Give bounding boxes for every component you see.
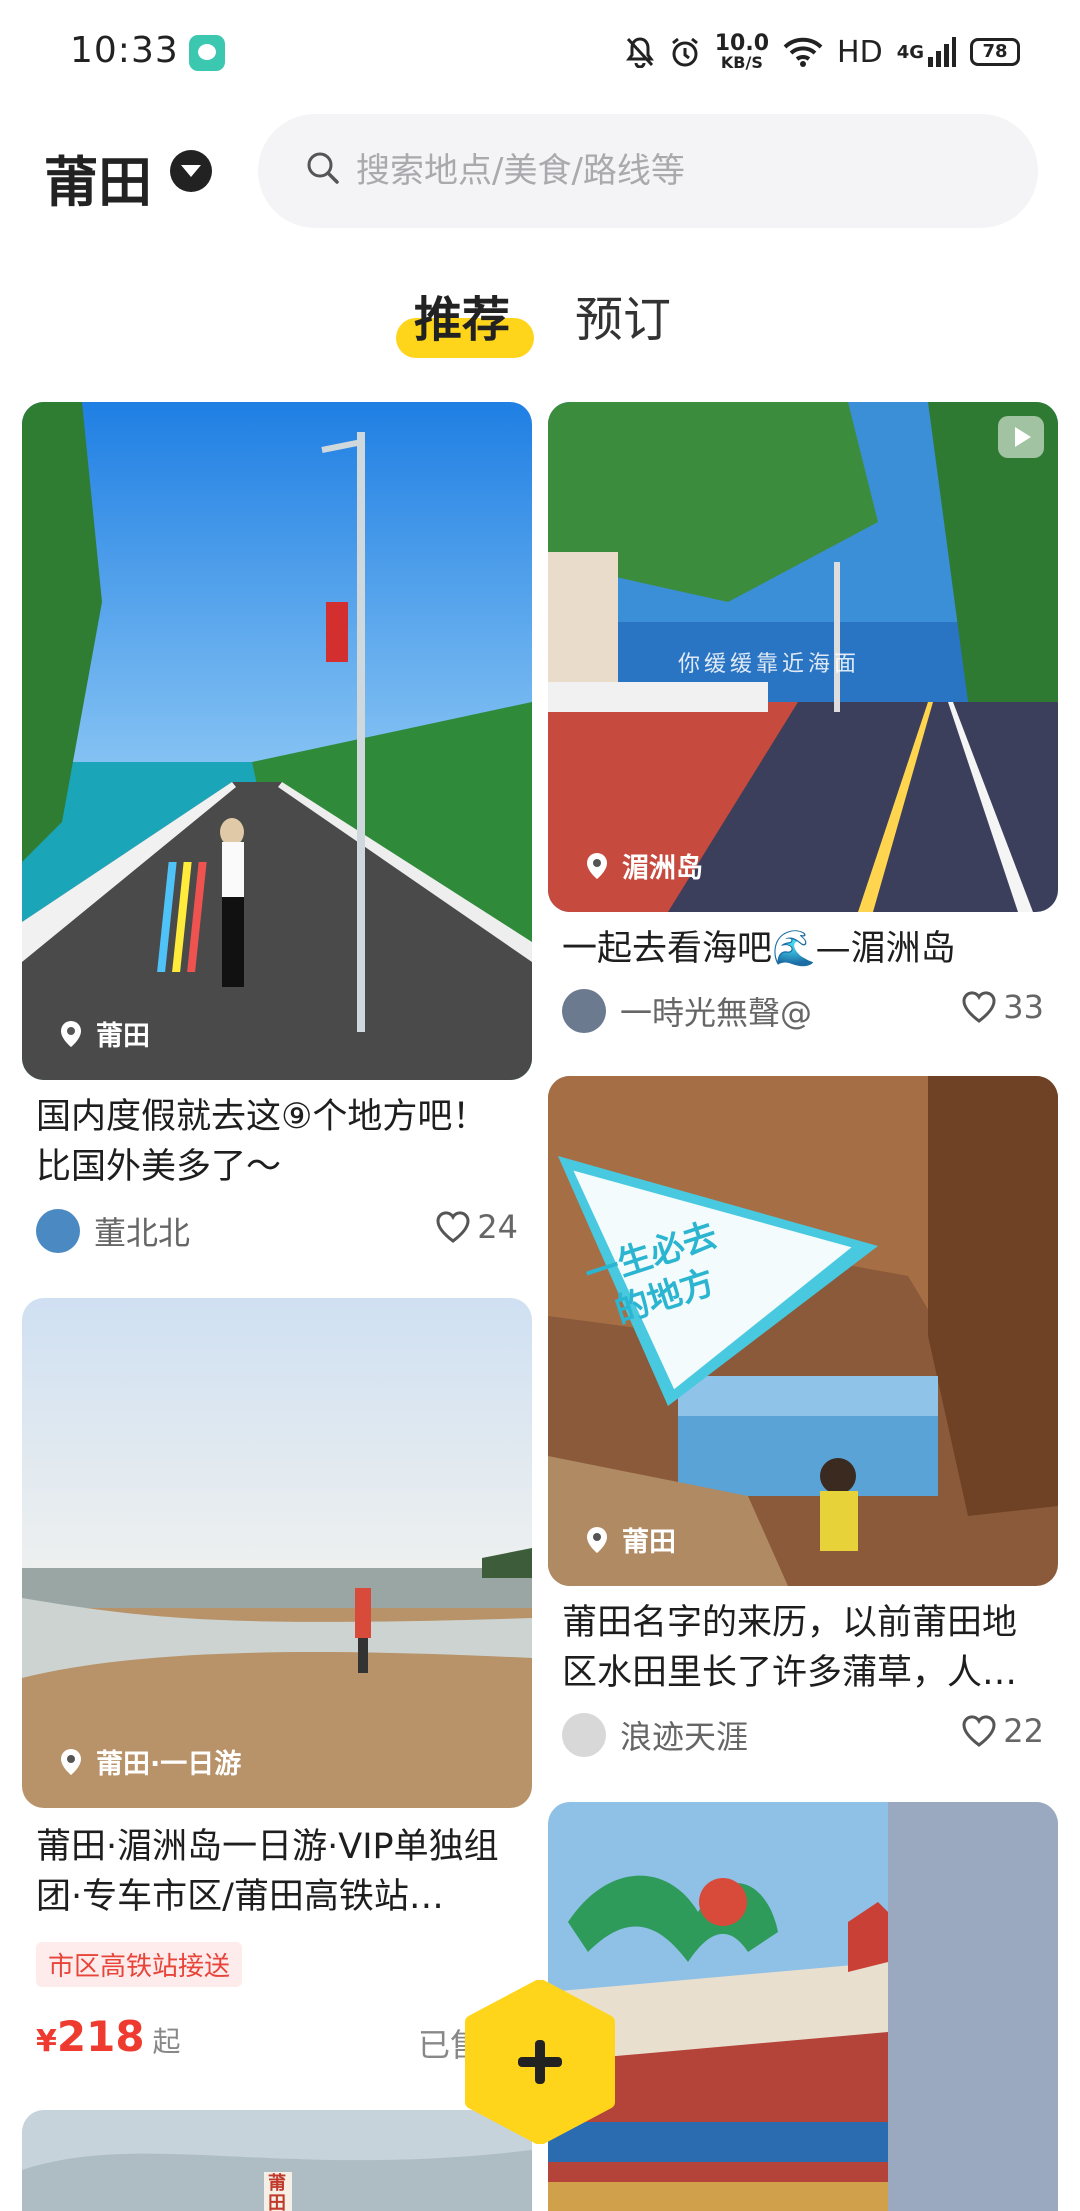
card-photo[interactable]: 莆田·一日游 — [22, 1298, 532, 1808]
card-photo[interactable]: 莆田 — [22, 402, 532, 1080]
signal-icon — [928, 37, 956, 67]
location-label: 莆田 — [622, 1527, 676, 1558]
card-location-tag: 莆田·一日游 — [56, 1742, 241, 1781]
like-count: 33 — [1003, 988, 1044, 1026]
status-icons: 10.0 KB/S HD 4G 78 — [625, 30, 1020, 74]
chevron-down-icon[interactable] — [170, 150, 212, 192]
like-count: 24 — [477, 1208, 518, 1246]
card-author[interactable]: 浪迹天涯 — [562, 1712, 748, 1758]
video-icon — [998, 416, 1044, 458]
location-pin-icon — [61, 1748, 81, 1775]
net-speed: 10.0 KB/S — [714, 31, 770, 72]
heart-icon — [962, 991, 996, 1023]
wifi-icon — [783, 37, 823, 67]
feed-card[interactable]: 莆田 — [22, 2110, 532, 2211]
like-count: 22 — [1003, 1712, 1044, 1750]
hd-indicator: HD — [837, 34, 883, 70]
author-name: 一時光無聲@ — [620, 994, 813, 1032]
card-location-tag: 莆田 — [582, 1520, 676, 1559]
tab-booking[interactable]: 预订 — [575, 280, 671, 350]
card-author[interactable]: 一時光無聲@ — [562, 988, 812, 1034]
avatar[interactable] — [562, 1713, 606, 1757]
location-label: 湄洲岛 — [622, 853, 703, 884]
card-title[interactable]: 一起去看海吧🌊—湄洲岛 — [562, 924, 1042, 974]
heart-icon — [962, 1715, 996, 1747]
add-post-button[interactable] — [462, 1980, 618, 2144]
price-symbol: ¥ — [36, 2024, 57, 2059]
avatar[interactable] — [562, 989, 606, 1033]
avatar[interactable] — [36, 1209, 80, 1253]
heart-icon — [436, 1211, 470, 1243]
chat-app-notification-icon — [189, 35, 225, 71]
card-location-tag: 莆田 — [56, 1014, 150, 1053]
city-selector[interactable]: 莆田 — [44, 138, 152, 217]
like-button[interactable]: 33 — [961, 988, 1044, 1026]
location-label: 莆田 — [96, 1021, 150, 1052]
feed-card[interactable]: 你缓缓靠近海面 湄洲岛 一起去看海吧🌊—湄洲岛 一時光無聲@ 33 — [548, 402, 1058, 1062]
tab-recommend[interactable]: 推荐 — [414, 280, 510, 350]
feed-card[interactable] — [548, 1802, 1058, 2211]
alarm-icon — [671, 37, 698, 67]
card-title[interactable]: 莆田·湄洲岛一日游·VIP单独组团·专车市区/莆田高铁站… — [36, 1822, 518, 1922]
card-location-tag: 湄洲岛 — [582, 846, 703, 885]
card-photo[interactable]: 莆田 — [22, 2110, 532, 2211]
search-icon — [307, 152, 339, 184]
price-suffix: 起 — [152, 2025, 181, 2058]
location-label: 莆田·一日游 — [96, 1749, 242, 1780]
feed-card[interactable]: 莆田 国内度假就去这⑨个地方吧！比国外美多了～ 董北北 24 — [22, 402, 532, 1262]
status-bar: 10:33 10.0 KB/S HD 4G 78 — [0, 0, 1080, 108]
price-value: 218 — [56, 2012, 145, 2061]
author-name: 董北北 — [94, 1214, 191, 1252]
card-title[interactable]: 国内度假就去这⑨个地方吧！比国外美多了～ — [36, 1092, 516, 1192]
product-card[interactable]: 莆田·一日游 莆田·湄洲岛一日游·VIP单独组团·专车市区/莆田高铁站… 市区高… — [22, 1298, 532, 2078]
battery-icon: 78 — [970, 38, 1020, 66]
price: ¥218 起 — [36, 2012, 181, 2061]
location-pin-icon — [587, 852, 607, 879]
card-photo[interactable]: 你缓缓靠近海面 湄洲岛 — [548, 402, 1058, 912]
feed-card[interactable]: 一生必去 的地方 莆田 莆田名字的来历，以前莆田地区水田里长了许多蒲草，人… 浪… — [548, 1076, 1058, 1776]
card-photo[interactable] — [548, 1802, 1058, 2211]
like-button[interactable]: 24 — [435, 1208, 518, 1246]
network-type: 4G — [896, 41, 924, 63]
status-time: 10:33 — [70, 30, 179, 71]
author-name: 浪迹天涯 — [620, 1718, 749, 1756]
card-author[interactable]: 董北北 — [36, 1208, 190, 1254]
location-pin-icon — [61, 1020, 81, 1047]
search-bar[interactable] — [258, 114, 1038, 228]
like-button[interactable]: 22 — [961, 1712, 1044, 1750]
bell-muted-icon — [625, 37, 654, 68]
pickup-badge: 市区高铁站接送 — [36, 1942, 243, 1987]
sign-text: 莆田 — [268, 2173, 286, 2211]
card-title[interactable]: 莆田名字的来历，以前莆田地区水田里长了许多蒲草，人… — [562, 1598, 1042, 1698]
card-photo[interactable]: 一生必去 的地方 莆田 — [548, 1076, 1058, 1586]
video-overlay-text: 你缓缓靠近海面 — [678, 652, 861, 677]
location-pin-icon — [587, 1526, 607, 1553]
search-input[interactable] — [356, 144, 956, 198]
